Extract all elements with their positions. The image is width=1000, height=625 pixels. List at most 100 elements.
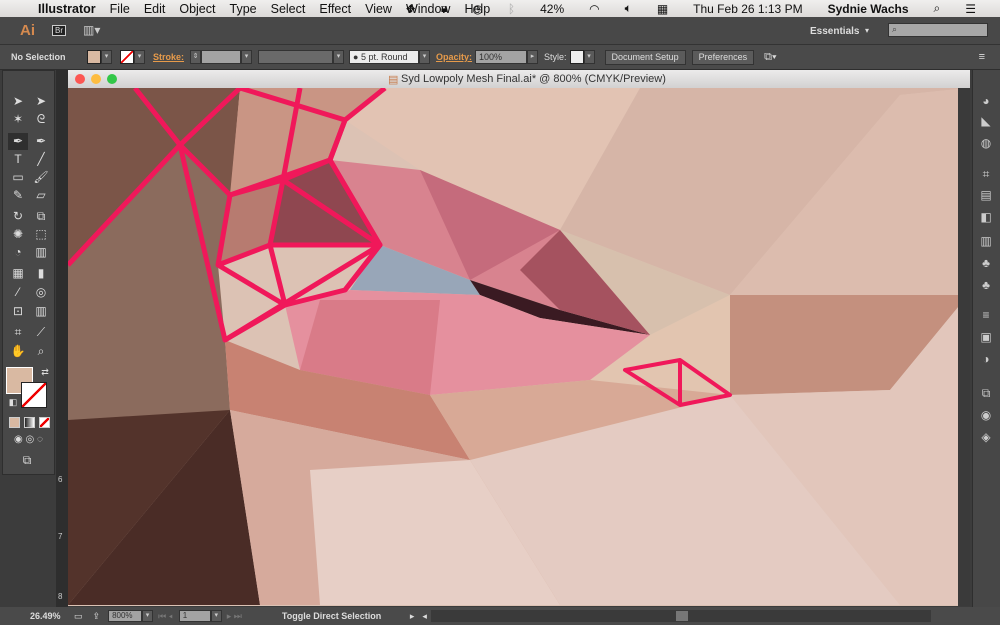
pen-tool-icon[interactable]: ✒ <box>8 133 28 150</box>
opacity-field[interactable]: 100% <box>475 50 528 64</box>
menu-type[interactable]: Type <box>230 2 257 16</box>
menu-select[interactable]: Select <box>271 2 306 16</box>
volume-icon[interactable]: 🔈︎ <box>625 1 632 16</box>
horizontal-scrollbar[interactable] <box>430 610 931 622</box>
next-artboard-icon[interactable]: ▸ ⏭ <box>227 611 242 622</box>
line-tool-icon[interactable]: ╱ <box>31 151 51 168</box>
vertical-ruler[interactable]: 6 7 8 <box>56 70 68 610</box>
datetime[interactable]: Thu Feb 26 1:13 PM <box>693 2 802 16</box>
lasso-icon[interactable]: ᘓ <box>31 111 51 128</box>
stroke-color-box[interactable] <box>21 382 47 408</box>
bridge-button[interactable]: Br <box>52 25 66 36</box>
menu-edit[interactable]: Edit <box>144 2 166 16</box>
artboards-icon[interactable]: ⧉ <box>979 386 993 400</box>
close-button[interactable] <box>75 74 85 84</box>
stroke-weight-stepper[interactable]: ⇕ <box>190 50 202 64</box>
perspective-grid-icon[interactable]: ▥ <box>31 244 51 261</box>
layers-icon[interactable]: ◈ <box>979 430 993 444</box>
gpu-icon[interactable]: ▭ <box>74 611 83 622</box>
transform-icon[interactable]: ⌗ <box>979 167 993 181</box>
style-swatch[interactable] <box>569 50 584 64</box>
menu-effect[interactable]: Effect <box>319 2 351 16</box>
stroke-weight-dropdown[interactable]: ▾ <box>241 50 253 64</box>
pencil-icon[interactable]: ✎ <box>8 187 28 204</box>
document-titlebar[interactable]: ▤ Syd Lowpoly Mesh Final.ai* @ 800% (CMY… <box>68 70 970 88</box>
selection-tool-icon[interactable]: ➤ <box>8 93 28 110</box>
color-guide-icon[interactable]: ◣ <box>979 114 993 128</box>
flag-icon[interactable]: ▦ <box>657 2 668 16</box>
pathfinder-icon[interactable]: ◧ <box>979 210 993 224</box>
zoom-dropdown[interactable]: ▾ <box>142 610 154 622</box>
share-icon[interactable]: ⇪ <box>93 611 101 622</box>
scale-tool-icon[interactable]: ⧉ <box>31 208 51 225</box>
scroll-left-arrow[interactable]: ◂ <box>422 611 427 622</box>
hand-tool-icon[interactable]: ✋ <box>8 343 28 360</box>
opacity-label[interactable]: Opacity: <box>436 52 472 62</box>
search-input[interactable]: ⌕ <box>888 23 988 37</box>
rectangle-tool-icon[interactable]: ▭ <box>8 169 28 186</box>
blend-tool-icon[interactable]: ◎ <box>31 284 51 301</box>
artboard-field[interactable]: 1 <box>178 610 211 622</box>
bluetooth-icon[interactable]: ᛒ <box>508 2 515 16</box>
graphic-styles-icon[interactable]: ♣ <box>979 278 993 292</box>
color-mode-button[interactable] <box>9 417 20 428</box>
profile-dropdown[interactable]: ▾ <box>333 50 345 64</box>
minimize-button[interactable] <box>91 74 101 84</box>
stroke-weight-field[interactable] <box>201 50 242 64</box>
warp-tool-icon[interactable]: ✺ <box>8 226 28 243</box>
scroll-thumb[interactable] <box>675 611 688 621</box>
wifi-icon[interactable]: ◠ <box>589 2 599 16</box>
stroke-label[interactable]: Stroke: <box>153 52 184 62</box>
eraser-icon[interactable]: ▱ <box>31 187 51 204</box>
none-mode-button[interactable] <box>39 417 50 428</box>
fill-dropdown[interactable]: ▾ <box>101 50 112 64</box>
menu-object[interactable]: Object <box>179 2 215 16</box>
swatches-icon[interactable]: ◍ <box>979 136 993 150</box>
brushes-icon[interactable]: ▥ <box>979 234 993 248</box>
fill-swatch[interactable] <box>87 50 101 64</box>
document-setup-button[interactable]: Document Setup <box>604 49 686 65</box>
vertical-scrollbar[interactable] <box>958 88 970 606</box>
opacity-arrow[interactable]: ▸ <box>527 50 539 64</box>
screen-mode-icon[interactable]: ⧉ <box>17 452 37 469</box>
artboard-tool-icon[interactable]: ⌗ <box>8 324 28 341</box>
brush-definition[interactable]: ● 5 pt. Round <box>349 50 420 64</box>
panel-menu-icon[interactable]: ≡ <box>979 51 985 63</box>
notification-icon[interactable]: ☰ <box>965 2 976 16</box>
battery-percent[interactable]: 42% <box>540 2 564 16</box>
menu-app[interactable]: Illustrator <box>38 2 96 16</box>
curvature-icon[interactable]: ✒ <box>31 133 51 150</box>
stroke-dropdown[interactable]: ▾ <box>134 50 145 64</box>
magic-wand-icon[interactable]: ✶ <box>8 111 28 128</box>
lock-icon[interactable]: 🔒︎ <box>441 1 447 16</box>
stroke-panel-icon[interactable]: ≡ <box>979 308 993 322</box>
menu-file[interactable]: File <box>110 2 130 16</box>
arrange-documents-icon[interactable]: ▥▾ <box>83 23 100 37</box>
symbol-sprayer-icon[interactable]: ⊡ <box>8 303 28 320</box>
status-menu-arrow[interactable]: ▸ <box>410 611 415 622</box>
type-tool-icon[interactable]: T <box>8 151 28 168</box>
gradient-tool-icon[interactable]: ▮ <box>31 265 51 282</box>
direct-selection-tool-icon[interactable]: ➤ <box>31 93 51 110</box>
dropbox-icon[interactable]: ❖ <box>405 2 416 16</box>
align-icon[interactable]: ▤ <box>979 188 993 202</box>
shape-builder-icon[interactable]: ◔ <box>8 244 28 261</box>
artboard-dropdown[interactable]: ▾ <box>210 610 222 622</box>
zoom-field[interactable]: 800% <box>108 610 143 622</box>
brush-dropdown[interactable]: ▾ <box>419 50 431 64</box>
preferences-button[interactable]: Preferences <box>691 49 755 65</box>
status-text[interactable]: Toggle Direct Selection <box>282 611 402 621</box>
stroke-swatch[interactable] <box>120 50 134 64</box>
color-panel-icon[interactable]: ◕ <box>979 94 993 108</box>
slice-tool-icon[interactable]: ⟋ <box>31 324 51 341</box>
mesh-tool-icon[interactable]: ▦ <box>8 265 28 282</box>
appearance-icon[interactable]: ◉ <box>979 408 993 422</box>
artboard-canvas[interactable] <box>68 88 968 606</box>
spotlight-icon[interactable]: ⌕ <box>934 1 941 16</box>
zoom-button[interactable] <box>107 74 117 84</box>
first-artboard-icon[interactable]: ⏮ ◂ <box>158 611 173 622</box>
zoom-tool-icon[interactable]: ⌕ <box>31 343 51 360</box>
paintbrush-icon[interactable]: 🖌︎ <box>31 169 51 186</box>
transparency-icon[interactable]: ◑ <box>979 352 993 366</box>
default-colors-icon[interactable]: ◧ <box>3 394 23 411</box>
